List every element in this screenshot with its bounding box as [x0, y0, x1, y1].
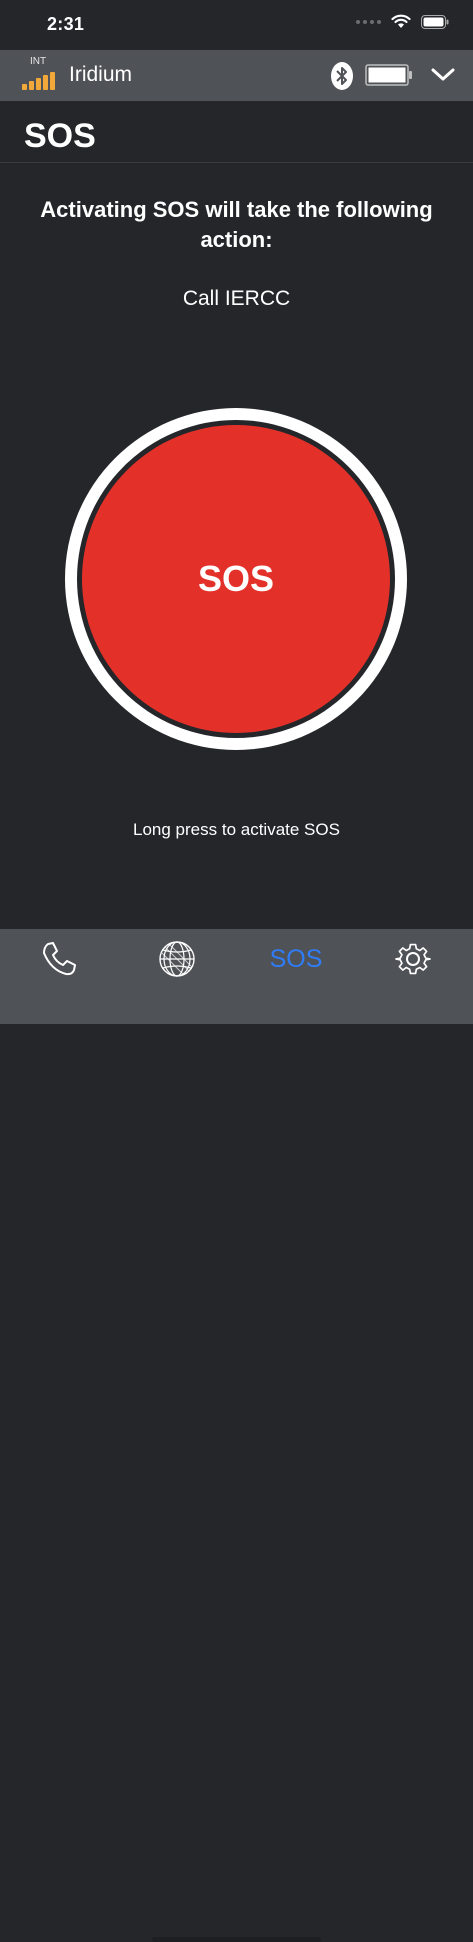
- chevron-down-icon[interactable]: [430, 64, 456, 86]
- sos-hint: Long press to activate SOS: [133, 820, 340, 839]
- phone-battery-icon: [421, 14, 449, 29]
- tab-globe[interactable]: [147, 937, 207, 981]
- cellular-signal-icon: [356, 19, 381, 24]
- phone-icon: [43, 942, 76, 976]
- tab-phone[interactable]: [29, 937, 89, 981]
- status-bar: 2:31: [0, 0, 473, 50]
- sos-button-label: SOS: [197, 558, 275, 599]
- device-bar: INT Iridium: [0, 50, 473, 101]
- title-bar: SOS: [0, 101, 473, 163]
- sos-button-ring: SOS: [65, 408, 407, 750]
- gear-icon: [395, 943, 431, 975]
- tab-bar: SOS: [0, 929, 473, 1942]
- network-name: Iridium: [69, 63, 133, 86]
- network-tag: INT: [30, 56, 47, 67]
- sos-button[interactable]: SOS: [82, 425, 390, 733]
- tab-settings[interactable]: [383, 937, 443, 981]
- wifi-icon: [391, 14, 411, 28]
- globe-icon: [159, 941, 195, 977]
- bluetooth-icon: [331, 62, 353, 90]
- sos-action: Call IERCC: [182, 287, 291, 310]
- status-icons: [356, 14, 449, 29]
- sos-headline: Activating SOS will take the following a…: [40, 197, 433, 252]
- status-time: 2:31: [47, 14, 85, 34]
- page-title: SOS: [24, 117, 96, 155]
- home-indicator: [152, 1937, 321, 1942]
- signal-bars-icon: [22, 72, 55, 90]
- battery-icon: [365, 64, 412, 86]
- tab-sos-label: SOS: [269, 944, 323, 973]
- tab-sos[interactable]: SOS: [266, 937, 326, 981]
- satellite-signal: INT: [22, 54, 62, 96]
